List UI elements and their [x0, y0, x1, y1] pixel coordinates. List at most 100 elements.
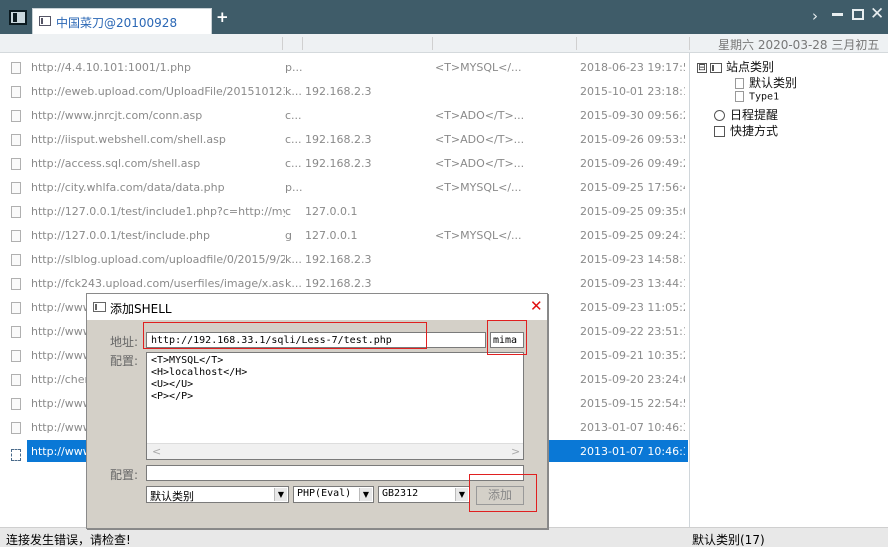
row-type: g: [285, 229, 292, 242]
table-row[interactable]: http://eweb.upload.com/UploadFile/201510…: [7, 80, 688, 102]
row-url: http://access.sql.com/shell.asp: [31, 157, 201, 170]
window-icon: [93, 302, 106, 312]
row-url: http://iisput.webshell.com/shell.asp: [31, 133, 226, 146]
column-divider[interactable]: [302, 37, 303, 50]
address-label: 地址:: [110, 335, 139, 349]
file-icon: [11, 350, 21, 362]
row-db: <T>MYSQL</...: [435, 229, 522, 242]
row-date: 2015-09-26 09:49:27: [580, 157, 685, 170]
row-type: c...: [285, 109, 302, 122]
add-tab-button[interactable]: +: [216, 8, 229, 26]
page-icon: [735, 91, 744, 102]
row-type: k...: [285, 85, 302, 98]
table-row[interactable]: http://slblog.upload.com/uploadfile/0/20…: [7, 248, 688, 270]
chevron-right-icon[interactable]: >: [511, 445, 520, 458]
folder-icon: [710, 62, 722, 73]
row-ip: 127.0.0.1: [305, 229, 358, 242]
app-icon[interactable]: [9, 10, 27, 25]
table-row[interactable]: http://iisput.webshell.com/shell.asp c...…: [7, 128, 688, 150]
config-line: <H>localhost</H>: [151, 367, 248, 378]
add-button[interactable]: 添加: [476, 486, 524, 505]
category-select[interactable]: 默认类别 ▼: [146, 486, 289, 503]
tree-node-sites[interactable]: ⊟ 站点类别: [697, 58, 774, 75]
table-row[interactable]: http://fck243.upload.com/userfiles/image…: [7, 272, 688, 294]
row-date: 2015-09-23 11:05:20: [580, 301, 685, 314]
file-icon: [11, 326, 21, 338]
encoding-select[interactable]: GB2312 ▼: [378, 486, 470, 503]
script-type-value: PHP(Eval): [297, 488, 352, 499]
column-divider[interactable]: [432, 37, 433, 50]
chevron-left-icon[interactable]: <: [152, 445, 161, 458]
dropdown-arrow-icon: ▼: [455, 488, 468, 501]
table-row[interactable]: http://city.whlfa.com/data/data.php p... <…: [7, 176, 688, 198]
row-date: 2015-09-25 17:56:45: [580, 181, 685, 194]
dialog-title: 添加SHELL: [110, 302, 172, 316]
collapse-toggle-icon[interactable]: ⊟: [697, 62, 707, 73]
column-divider[interactable]: [282, 37, 283, 50]
file-icon: [11, 206, 21, 218]
row-date: 2015-09-20 23:24:00: [580, 373, 685, 386]
row-ip: 192.168.2.3: [305, 157, 372, 170]
horizontal-scrollbar[interactable]: < >: [147, 443, 523, 459]
row-date: 2013-01-07 10:46:32: [580, 421, 685, 434]
row-url: http://fck243.upload.com/userfiles/image…: [31, 277, 285, 290]
file-icon: [11, 398, 21, 410]
table-row[interactable]: http://4.4.10.101:1001/1.php p... <T>MYSQL…: [7, 56, 688, 78]
row-ip: 192.168.2.3: [305, 253, 372, 266]
config2-input[interactable]: [146, 465, 524, 481]
dialog-title-bar[interactable]: 添加SHELL ✕: [87, 294, 547, 320]
file-icon: [11, 86, 21, 98]
row-ip: 192.168.2.3: [305, 85, 372, 98]
page-icon: [735, 78, 744, 89]
tab-label: 中国菜刀@20100928: [56, 16, 178, 30]
row-date: 2015-09-15 22:54:51: [580, 397, 685, 410]
row-type: c: [285, 205, 292, 218]
maximize-button[interactable]: [852, 9, 864, 20]
pane-divider[interactable]: [689, 53, 690, 527]
tree-node-type1[interactable]: Type1: [735, 91, 779, 103]
tab-main[interactable]: 中国菜刀@20100928: [32, 8, 212, 34]
config-line: <P></P>: [151, 391, 194, 402]
password-input[interactable]: mima: [490, 332, 524, 348]
config2-label: 配置:: [110, 468, 139, 482]
title-bar: 中国菜刀@20100928 + › ✕: [0, 0, 888, 34]
table-row[interactable]: http://127.0.0.1/test/include1.php?c=htt…: [7, 200, 688, 222]
file-icon: [11, 230, 21, 242]
row-type: p...: [285, 61, 303, 74]
file-icon: [11, 302, 21, 314]
row-date: 2015-09-26 09:53:51: [580, 133, 685, 146]
tree-label-schedule: 日程提醒: [730, 108, 779, 122]
tree-node-default[interactable]: 默认类别: [735, 74, 797, 91]
row-type: c...: [285, 133, 302, 146]
dropdown-arrow-icon: ▼: [274, 488, 287, 501]
row-type: c...: [285, 157, 302, 170]
tree-node-shortcuts[interactable]: 快捷方式: [714, 122, 778, 139]
row-db: <T>ADO</T>...: [435, 157, 525, 170]
row-db: <T>MYSQL</...: [435, 61, 522, 74]
tree-label-type1: Type1: [749, 91, 780, 103]
row-date: 2015-10-01 23:18:17: [580, 85, 685, 98]
clock-icon: [714, 110, 725, 121]
tree-label-sites: 站点类别: [726, 60, 775, 74]
close-icon[interactable]: ✕: [530, 297, 543, 315]
row-url: http://127.0.0.1/test/include1.php?c=htt…: [31, 205, 285, 218]
column-divider[interactable]: [689, 37, 690, 50]
chevron-right-icon[interactable]: ›: [812, 8, 818, 24]
table-row[interactable]: http://www.jnrcjt.com/conn.asp c... <T>ADO…: [7, 104, 688, 126]
address-input[interactable]: http://192.168.33.1/sqli/Less-7/test.php: [146, 332, 486, 348]
close-window-button[interactable]: ✕: [870, 6, 884, 23]
table-row[interactable]: http://access.sql.com/shell.asp c... 192.1…: [7, 152, 688, 174]
column-divider[interactable]: [576, 37, 577, 50]
window-icon: [39, 16, 51, 26]
script-type-select[interactable]: PHP(Eval) ▼: [293, 486, 374, 503]
minimize-button[interactable]: [832, 13, 843, 16]
tree-node-schedule[interactable]: 日程提醒: [714, 106, 778, 123]
table-row[interactable]: http://127.0.0.1/test/include.php g 127.0.…: [7, 224, 688, 246]
row-ip: 192.168.2.3: [305, 133, 372, 146]
file-icon: [11, 422, 21, 434]
status-message: 连接发生错误，请检查!: [6, 533, 131, 547]
date-info: 星期六 2020-03-28 三月初五: [718, 38, 880, 52]
tree-label-shortcuts: 快捷方式: [730, 124, 779, 138]
row-date: 2015-09-21 10:35:25: [580, 349, 685, 362]
file-icon: [11, 374, 21, 386]
